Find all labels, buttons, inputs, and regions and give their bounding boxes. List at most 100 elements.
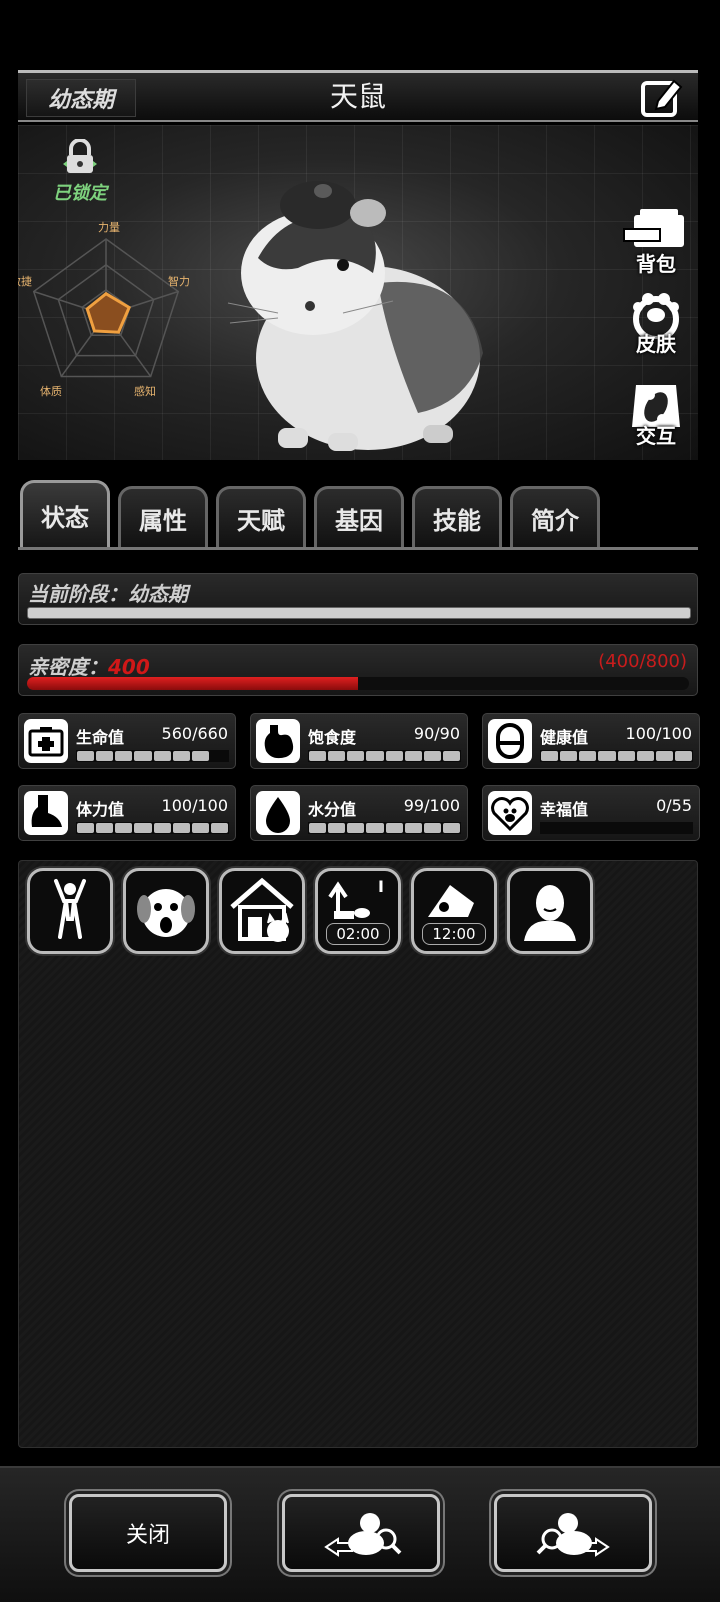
tab-talents[interactable]: 天赋	[216, 486, 306, 548]
hamster-image	[227, 181, 483, 451]
skin-button[interactable]: 皮肤	[620, 289, 692, 359]
stage-progress-bar	[27, 607, 691, 619]
interact-label: 交互	[636, 424, 676, 448]
stat-bar-segment	[655, 751, 673, 761]
stat-value: 100/100	[161, 796, 228, 815]
stat-bar	[76, 822, 229, 834]
stat-hydration: 水分值 99/100	[250, 785, 468, 841]
stat-bar-segment	[210, 823, 228, 833]
title-bar: 幼态期 天鼠	[18, 70, 698, 122]
stat-bar-segment	[674, 751, 692, 761]
pet-house-icon	[230, 877, 294, 942]
tab-status[interactable]: 状态	[20, 480, 110, 548]
intimacy-label-text: 亲密度：	[28, 655, 108, 679]
tab-profile[interactable]: 简介	[510, 486, 600, 548]
prev-pet-icon	[324, 1513, 402, 1557]
intimacy-range: (400/800)	[598, 651, 687, 672]
stat-bar-segment	[172, 751, 190, 761]
stat-bar-segment	[77, 823, 95, 833]
stomach-icon	[256, 719, 300, 763]
stat-bar-segment	[96, 823, 114, 833]
exercise-timer: 02:00	[326, 923, 390, 945]
stat-bar-segment	[153, 823, 171, 833]
stat-bar-segment	[617, 823, 635, 833]
exercise-timer-button[interactable]: I 02:00	[315, 868, 401, 954]
feed-timer-button[interactable]: 12:00	[411, 868, 497, 954]
stat-bar-segment	[153, 751, 171, 761]
stat-value: 100/100	[625, 724, 692, 743]
lock-label: 已锁定	[53, 183, 107, 204]
tab-skills[interactable]: 技能	[412, 486, 502, 548]
stat-bar	[308, 822, 461, 834]
stat-bar-segment	[210, 751, 228, 761]
owner-action-button[interactable]	[507, 868, 593, 954]
soothe-action-button[interactable]	[123, 868, 209, 954]
stat-bar-segment	[404, 751, 422, 761]
intimacy-label: 亲密度：400	[28, 651, 150, 680]
interact-button[interactable]: 交互	[620, 381, 692, 451]
stat-value: 560/660	[161, 724, 228, 743]
medkit-icon	[24, 719, 68, 763]
tab-divider	[18, 547, 698, 550]
person-bust-icon	[524, 885, 576, 941]
stat-satiety: 饱食度 90/90	[250, 713, 468, 769]
stat-happiness: 幸福值 0/55	[482, 785, 700, 841]
stat-bar-segment	[541, 751, 559, 761]
stat-name: 饱食度	[308, 728, 357, 747]
tab-genes[interactable]: 基因	[314, 486, 404, 548]
exercise-action-button[interactable]	[27, 868, 113, 954]
backpack-button[interactable]: 背包	[620, 209, 692, 279]
water-drop-icon	[256, 791, 300, 835]
stat-bar-segment	[309, 823, 327, 833]
stat-bar-segment	[598, 823, 616, 833]
stat-stamina: 体力值 100/100	[18, 785, 236, 841]
stat-bar-segment	[617, 751, 635, 761]
lock-icon	[63, 139, 97, 173]
previous-pet-button[interactable]	[282, 1494, 440, 1572]
stat-bar-segment	[636, 823, 654, 833]
crying-dog-icon	[137, 889, 195, 937]
stat-bar-segment	[636, 751, 654, 761]
stat-bar-segment	[442, 823, 460, 833]
stat-bar-segment	[579, 751, 597, 761]
stat-bar-segment	[115, 823, 133, 833]
stat-bar-segment	[328, 823, 346, 833]
radar-label-constitution: 体质	[40, 384, 62, 398]
stat-bar-segment	[172, 823, 190, 833]
intimacy-progress-fill	[27, 677, 358, 690]
stat-bar-segment	[366, 823, 384, 833]
stat-bar-segment	[115, 751, 133, 761]
next-pet-button[interactable]	[494, 1494, 652, 1572]
stat-value: 99/100	[403, 796, 460, 815]
stage-badge: 幼态期	[26, 79, 136, 117]
stat-bar-segment	[385, 823, 403, 833]
stat-bar-segment	[347, 823, 365, 833]
stat-name: 健康值	[540, 728, 589, 747]
attribute-radar-chart: 力量 智力 感知 体质 敏捷	[18, 221, 190, 398]
tab-attributes[interactable]: 属性	[118, 486, 208, 548]
stat-bar-segment	[77, 751, 95, 761]
edit-name-button[interactable]	[640, 75, 684, 119]
exercise-mark: I	[378, 877, 384, 896]
stat-bar	[540, 822, 693, 834]
stat-bar-segment	[442, 751, 460, 761]
stat-bar-segment	[191, 751, 209, 761]
stat-health: 生命值 560/660	[18, 713, 236, 769]
edit-icon	[641, 79, 683, 117]
stat-bar-segment	[134, 751, 152, 761]
stat-value: 90/90	[413, 724, 460, 743]
intimacy-panel: 亲密度：400 (400/800)	[18, 644, 698, 696]
stat-bar-segment	[404, 823, 422, 833]
next-pet-icon	[536, 1513, 610, 1557]
stat-wellness: 健康值 100/100	[482, 713, 700, 769]
stat-bar-segment	[423, 823, 441, 833]
stat-bar-segment	[579, 823, 597, 833]
stat-bar-segment	[191, 823, 209, 833]
radar-label-strength: 力量	[98, 221, 120, 234]
house-action-button[interactable]	[219, 868, 305, 954]
stat-bar-segment	[423, 751, 441, 761]
stat-bar	[308, 750, 461, 762]
stat-name: 水分值	[308, 800, 357, 819]
close-button[interactable]: 关闭	[69, 1494, 227, 1572]
lock-toggle[interactable]: 已锁定	[40, 139, 120, 205]
